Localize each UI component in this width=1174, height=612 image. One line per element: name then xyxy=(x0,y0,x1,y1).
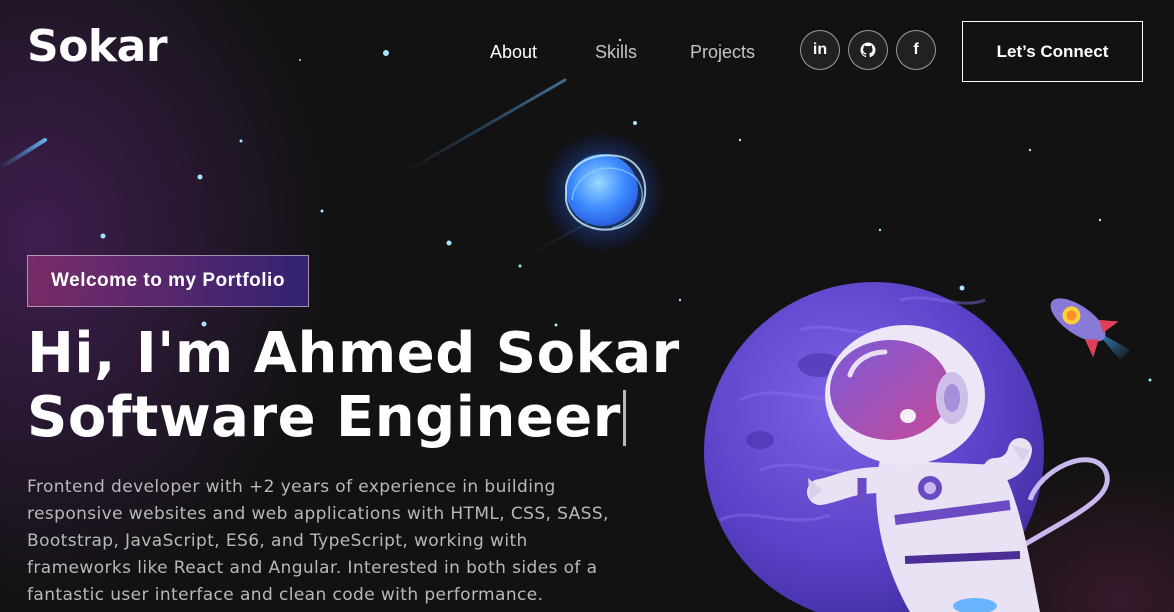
site-logo[interactable]: Sokar xyxy=(27,22,168,72)
hero-description: Frontend developer with +2 years of expe… xyxy=(27,477,609,605)
hero-title-line-2: Software Engineer xyxy=(27,385,621,450)
facebook-icon: f xyxy=(913,41,919,58)
portfolio-page: Sokar About Skills Projects in f Let’s C… xyxy=(0,0,1174,612)
nav-link-about[interactable]: About xyxy=(490,40,537,64)
github-icon xyxy=(860,42,876,58)
hero-title: Hi, I'm Ahmed Sokar Software Engineer xyxy=(27,322,680,450)
hero-title-line-2-wrap: Software Engineer xyxy=(27,386,680,450)
facebook-button[interactable]: f xyxy=(896,30,936,70)
typing-caret xyxy=(622,390,626,446)
lets-connect-button[interactable]: Let’s Connect xyxy=(962,21,1143,82)
welcome-tagline: Welcome to my Portfolio xyxy=(27,255,309,307)
nav-link-projects[interactable]: Projects xyxy=(690,40,755,64)
linkedin-icon: in xyxy=(812,41,828,58)
nav-link-skills[interactable]: Skills xyxy=(595,40,637,64)
hero-title-line-1: Hi, I'm Ahmed Sokar xyxy=(27,321,680,386)
github-button[interactable] xyxy=(848,30,888,70)
linkedin-button[interactable]: in xyxy=(800,30,840,70)
